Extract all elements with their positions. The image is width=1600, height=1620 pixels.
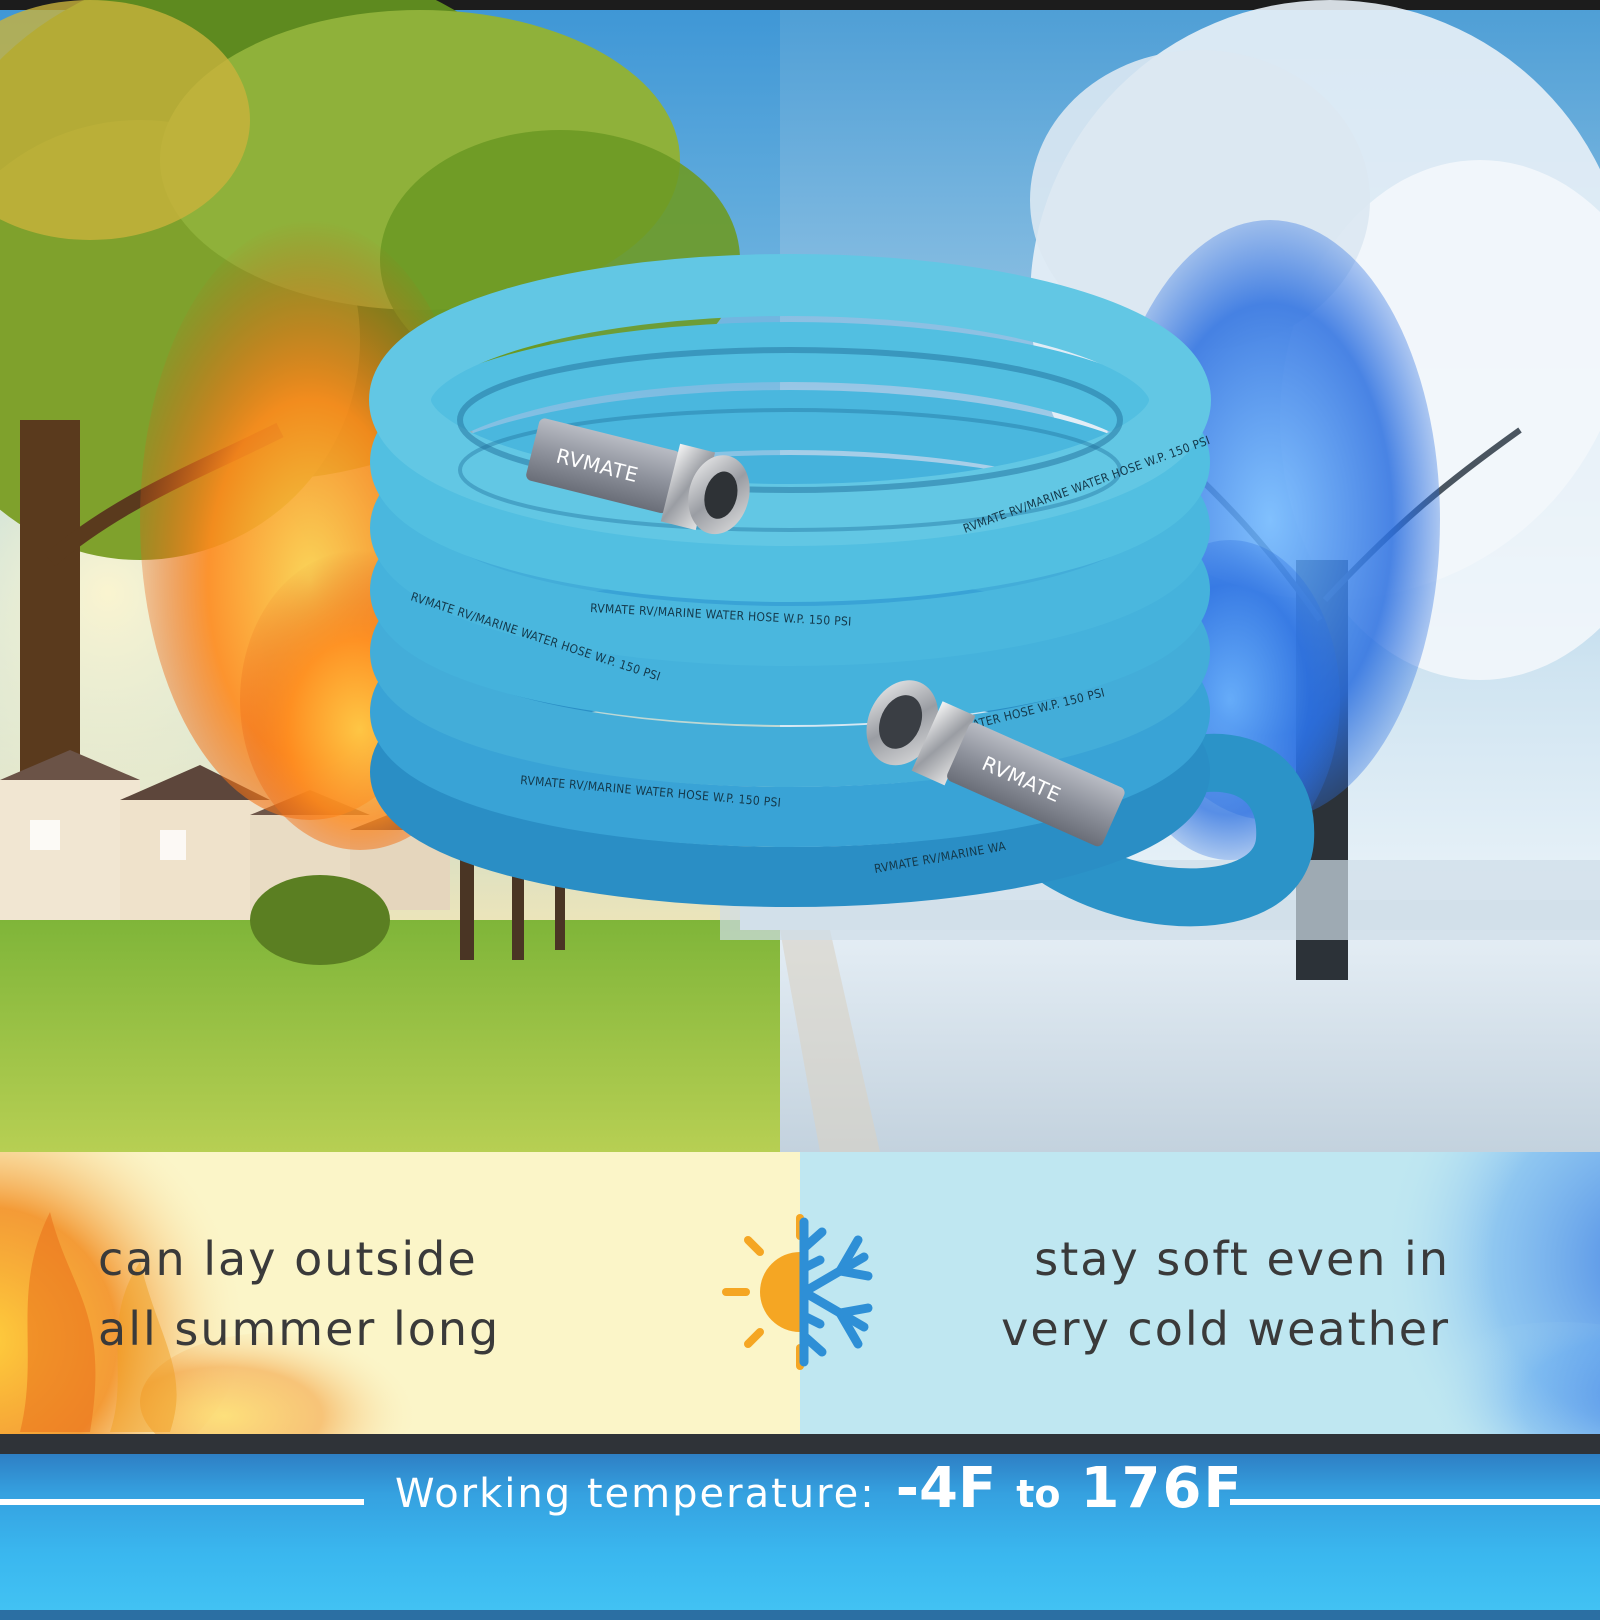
summer-feature-text: can lay outside all summer long [98,1224,500,1364]
summer-panel: can lay outside all summer long [0,1152,800,1434]
rv-water-hose: RVMATE RV/MARINE WATER HOSE W.P. 150 PSI… [369,254,1315,927]
summer-line-1: can lay outside [98,1232,478,1286]
summer-line-2: all summer long [98,1302,501,1356]
winter-panel: stay soft even in very cold weather [800,1152,1600,1434]
winter-feature-text: stay soft even in very cold weather [1001,1224,1450,1364]
winter-line-1: stay soft even in [1034,1232,1450,1286]
temperature-prefix: Working temperature: [395,1471,876,1517]
temperature-min: -4F [895,1456,997,1521]
temperature-max: 176F [1080,1456,1244,1521]
sun-snowflake-icon [722,1214,873,1370]
hero-scene: RVMATE RV/MARINE WATER HOSE W.P. 150 PSI… [0,0,1600,1152]
working-temperature-label: Working temperature: -4F to 176F [395,1456,1244,1556]
bottom-edge [0,1610,1600,1620]
divider-line-left [0,1499,364,1505]
working-temperature-banner: Working temperature: -4F to 176F [0,1434,1600,1620]
features-band: can lay outside all summer long stay sof… [0,1152,1600,1434]
divider-line-right [1230,1499,1600,1505]
product-banner: RVMATE RV/MARINE WATER HOSE W.P. 150 PSI… [0,0,1600,1620]
temperature-connector: to [1016,1472,1061,1516]
winter-line-2: very cold weather [1001,1302,1450,1356]
